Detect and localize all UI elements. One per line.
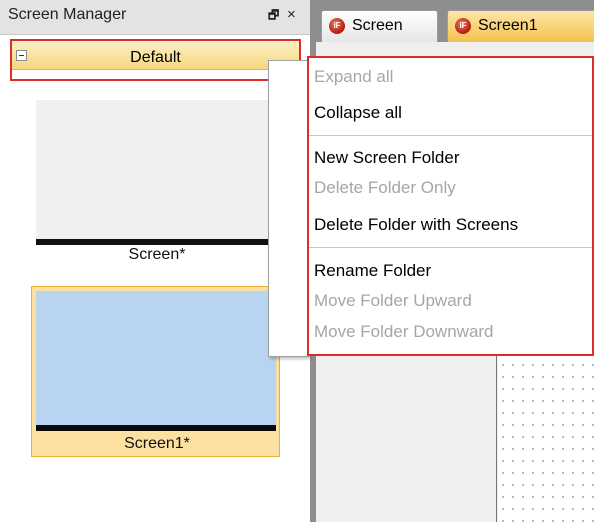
- menu-item-collapse-all[interactable]: Collapse all: [314, 103, 402, 123]
- close-icon[interactable]: ×: [287, 7, 296, 23]
- pin-icon[interactable]: 🗗: [268, 7, 279, 23]
- grid-canvas[interactable]: [498, 347, 594, 522]
- canvas-edge: [496, 347, 497, 522]
- folder-label: Default: [130, 49, 181, 66]
- menu-item-delete-folder-with-screens[interactable]: Delete Folder with Screens: [314, 215, 518, 235]
- menu-item-rename-folder[interactable]: Rename Folder: [314, 261, 431, 281]
- default-folder-row[interactable]: Default: [10, 39, 301, 81]
- menu-item-delete-folder-only[interactable]: Delete Folder Only: [314, 178, 456, 198]
- menu-item-move-folder-upward[interactable]: Move Folder Upward: [314, 291, 472, 311]
- tab-label: Screen: [352, 17, 403, 34]
- screen1-thumbnail[interactable]: [36, 291, 276, 431]
- thumbnail-status-bar: [36, 425, 276, 431]
- menu-item-new-screen-folder[interactable]: New Screen Folder: [314, 148, 460, 168]
- panel-title: Screen Manager: [8, 6, 127, 23]
- menu-item-move-folder-downward[interactable]: Move Folder Downward: [314, 322, 494, 342]
- screen-manager-panel: Screen Manager 🗗 × Default Screen* Scree…: [0, 0, 311, 522]
- tab-screen1[interactable]: iF Screen1: [447, 10, 594, 42]
- screen-app-icon: iF: [329, 18, 345, 34]
- menu-item-expand-all[interactable]: Expand all: [314, 67, 393, 87]
- folder-header[interactable]: Default: [12, 41, 299, 70]
- screen-thumbnail[interactable]: [36, 100, 278, 245]
- menu-separator: [309, 247, 592, 248]
- screen-app-icon: iF: [455, 18, 471, 34]
- screen-caption: Screen*: [128, 246, 186, 263]
- panel-header: Screen Manager 🗗 ×: [0, 0, 310, 35]
- screen1-caption: Screen1*: [124, 435, 190, 452]
- tab-label: Screen1: [478, 17, 538, 34]
- tab-screen[interactable]: iF Screen: [321, 10, 438, 42]
- folder-context-menu: Expand all Collapse all New Screen Folde…: [307, 56, 594, 356]
- thumbnail-status-bar: [36, 239, 278, 245]
- tab-strip: iF Screen iF Screen1: [316, 0, 594, 42]
- menu-separator: [309, 135, 592, 136]
- context-menu-left-edge: [268, 60, 309, 357]
